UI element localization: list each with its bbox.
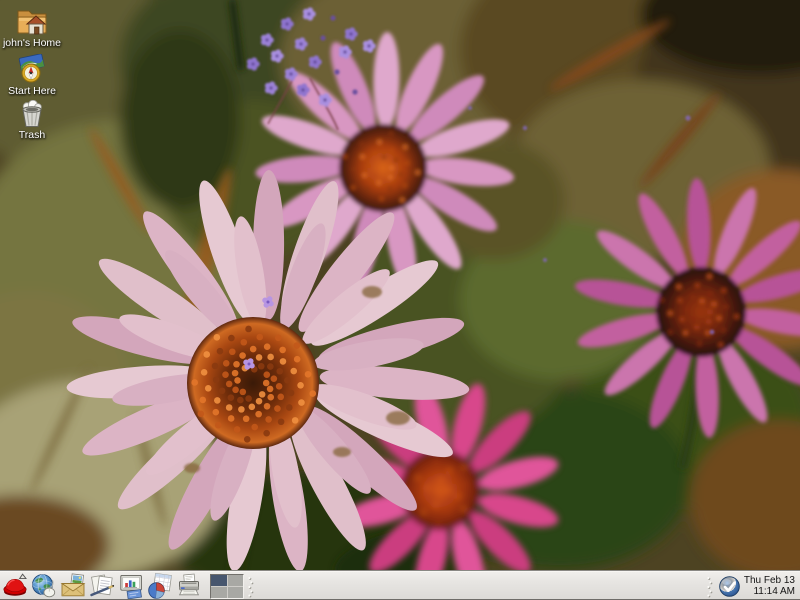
panel-clock[interactable]: Thu Feb 13 11:14 AM [744,575,795,597]
main-menu-button[interactable] [1,573,28,600]
red-hat-icon [2,573,28,599]
desktop-icon-home[interactable]: john's Home [0,4,64,49]
desktop-icon-trash[interactable]: Trash [0,100,64,141]
spreadsheet-button[interactable] [146,573,173,600]
workspace-2[interactable] [228,575,244,586]
wallpaper-photo [0,0,800,571]
update-notification-button[interactable] [718,575,741,598]
web-browser-button[interactable] [30,573,57,600]
monitor-chart-icon [118,573,144,599]
workspace-4[interactable] [228,587,244,598]
desktop-icon-label: Trash [19,130,45,141]
workspace-1[interactable] [211,575,227,586]
panel-drag-handle[interactable] [706,575,713,598]
desktop-icon-start-here[interactable]: Start Here [0,54,64,97]
panel-drag-handle[interactable] [247,575,254,598]
workspace-switcher[interactable] [210,574,244,599]
start-here-compass-icon [14,54,50,84]
word-processor-button[interactable] [88,573,115,600]
email-button[interactable] [59,573,86,600]
home-folder-icon [14,4,50,36]
documents-pen-icon [89,573,115,599]
workspace-3[interactable] [211,587,227,598]
desktop-area: john's Home Start Here [0,0,800,571]
globe-icon [31,573,57,599]
desktop-icon-label: Start Here [8,86,56,97]
envelope-icon [60,573,86,599]
print-manager-button[interactable] [175,573,202,600]
clock-date: Thu Feb 13 [744,575,795,586]
update-check-icon [718,575,741,598]
presentation-button[interactable] [117,573,144,600]
desktop-icon-label: john's Home [3,38,61,49]
printer-icon [176,573,202,599]
gnome-desktop-screen: john's Home Start Here [0,0,800,600]
trash-can-icon [14,100,50,128]
bottom-panel: Thu Feb 13 11:14 AM [0,571,800,600]
clock-time: 11:14 AM [744,586,795,597]
pie-chart-sheet-icon [147,573,173,599]
